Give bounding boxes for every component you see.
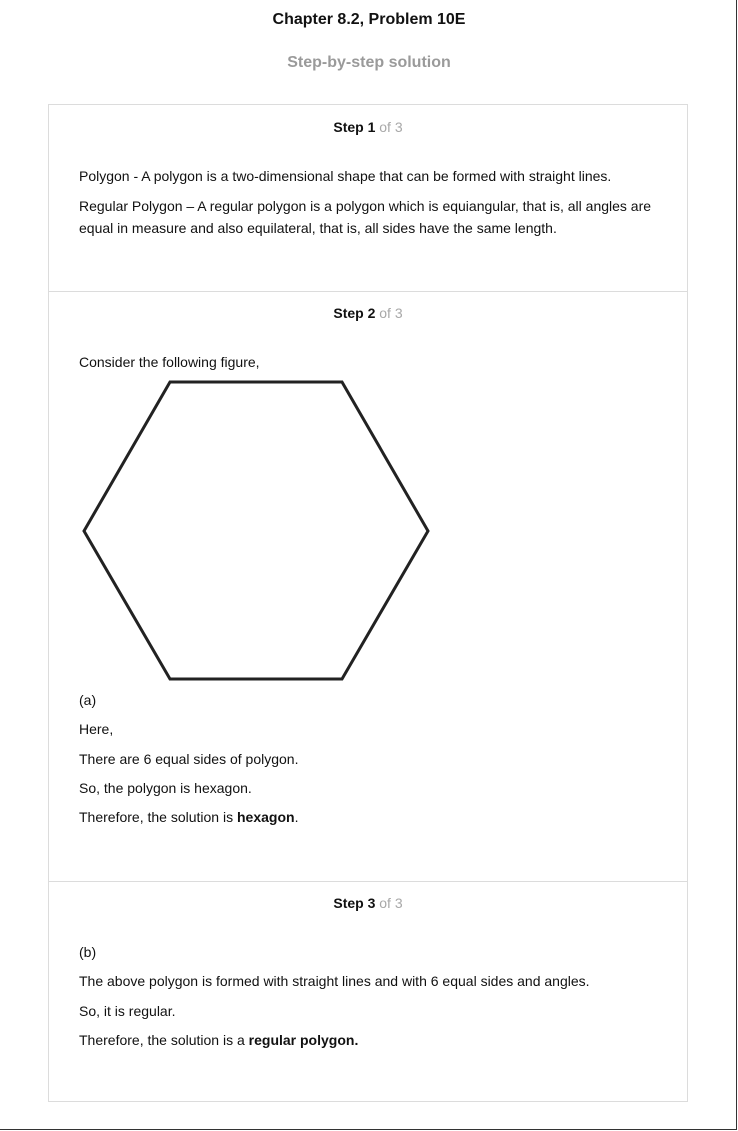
step-1-header: Step 1 of 3 <box>49 119 687 135</box>
part-b-label: (b) <box>79 944 97 960</box>
six-sides-text: There are 6 equal sides of polygon. <box>79 751 299 767</box>
step-2-count: of 3 <box>379 305 403 321</box>
step-1-count: of 3 <box>379 119 403 135</box>
step-2-header: Step 2 of 3 <box>49 305 687 321</box>
step-3: Step 3 of 3 (b) The above polygon is for… <box>49 881 687 1101</box>
hexagon-shape <box>82 380 430 681</box>
step-3-label: Step 3 <box>333 895 376 911</box>
step-2-label: Step 2 <box>333 305 376 321</box>
step-1-label: Step 1 <box>333 119 376 135</box>
step-2-conclusion-suffix: . <box>294 809 299 825</box>
regular-text: So, it is regular. <box>79 1003 176 1019</box>
step-3-conclusion: Therefore, the solution is a regular pol… <box>79 1029 659 1051</box>
hexagon-text: So, the polygon is hexagon. <box>79 780 252 796</box>
step-2-conclusion: Therefore, the solution is hexagon. <box>79 806 659 828</box>
step-3-header: Step 3 of 3 <box>49 895 687 911</box>
polygon-definition: Polygon - A polygon is a two-dimensional… <box>79 168 612 184</box>
here-text: Here, <box>79 721 114 737</box>
figure-intro: Consider the following figure, <box>79 354 260 370</box>
step-3-count: of 3 <box>379 895 403 911</box>
step-2-conclusion-prefix: Therefore, the solution is <box>79 809 237 825</box>
straight-lines-text: The above polygon is formed with straigh… <box>79 973 590 989</box>
step-1: Step 1 of 3 Polygon - A polygon is a two… <box>49 105 687 292</box>
regular-polygon-definition: Regular Polygon – A regular polygon is a… <box>79 198 652 236</box>
page-subtitle: Step-by-step solution <box>287 54 451 71</box>
step-3-answer: regular polygon. <box>248 1032 359 1048</box>
hexagon-figure-icon <box>82 380 430 681</box>
page-title: Chapter 8.2, Problem 10E <box>272 11 466 28</box>
step-3-conclusion-prefix: Therefore, the solution is a <box>79 1032 249 1048</box>
part-a-label: (a) <box>79 692 97 708</box>
solution-container: Step 1 of 3 Polygon - A polygon is a two… <box>48 104 688 1102</box>
step-2: Step 2 of 3 Consider the following figur… <box>49 291 687 882</box>
step-2-answer: hexagon <box>236 809 295 825</box>
